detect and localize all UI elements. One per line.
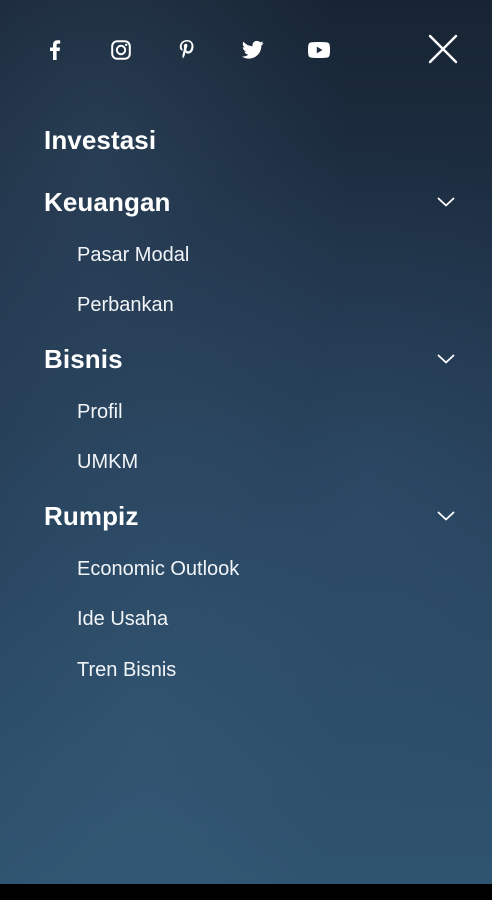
navigation-drawer: Investasi Keuangan Pasar Modal Perbankan… — [0, 0, 492, 884]
instagram-icon[interactable] — [110, 39, 132, 61]
category-rumpiz: Rumpiz Economic Outlook Ide Usaha Tren B… — [0, 488, 492, 696]
submenu-item[interactable]: Pasar Modal — [0, 230, 492, 281]
submenu-item[interactable]: Tren Bisnis — [0, 645, 492, 696]
category-label: Investasi — [44, 124, 157, 155]
category-row[interactable]: Investasi — [0, 112, 492, 168]
submenu-item[interactable]: Ide Usaha — [0, 595, 492, 646]
submenu-item[interactable]: Profil — [0, 387, 492, 438]
menu-list: Investasi Keuangan Pasar Modal Perbankan… — [0, 112, 492, 696]
chevron-down-icon[interactable] — [436, 350, 456, 368]
chevron-down-icon[interactable] — [436, 507, 456, 525]
category-label: Keuangan — [44, 186, 171, 217]
category-label: Rumpiz — [44, 500, 139, 531]
category-investasi: Investasi — [0, 112, 492, 168]
submenu-item[interactable]: Economic Outlook — [0, 544, 492, 595]
chevron-down-icon[interactable] — [436, 193, 456, 211]
pinterest-icon[interactable] — [176, 39, 198, 61]
category-keuangan: Keuangan Pasar Modal Perbankan — [0, 174, 492, 331]
category-row[interactable]: Bisnis — [0, 331, 492, 387]
close-button[interactable] — [426, 32, 460, 66]
twitter-icon[interactable] — [242, 39, 264, 61]
youtube-icon[interactable] — [308, 39, 330, 61]
submenu-item[interactable]: Perbankan — [0, 281, 492, 332]
facebook-icon[interactable] — [44, 39, 66, 61]
category-bisnis: Bisnis Profil UMKM — [0, 331, 492, 488]
category-row[interactable]: Rumpiz — [0, 488, 492, 544]
system-navigation-bar — [0, 884, 492, 900]
close-icon — [428, 34, 458, 64]
category-label: Bisnis — [44, 343, 123, 374]
submenu-item[interactable]: UMKM — [0, 438, 492, 489]
category-row[interactable]: Keuangan — [0, 174, 492, 230]
social-links — [44, 34, 374, 66]
